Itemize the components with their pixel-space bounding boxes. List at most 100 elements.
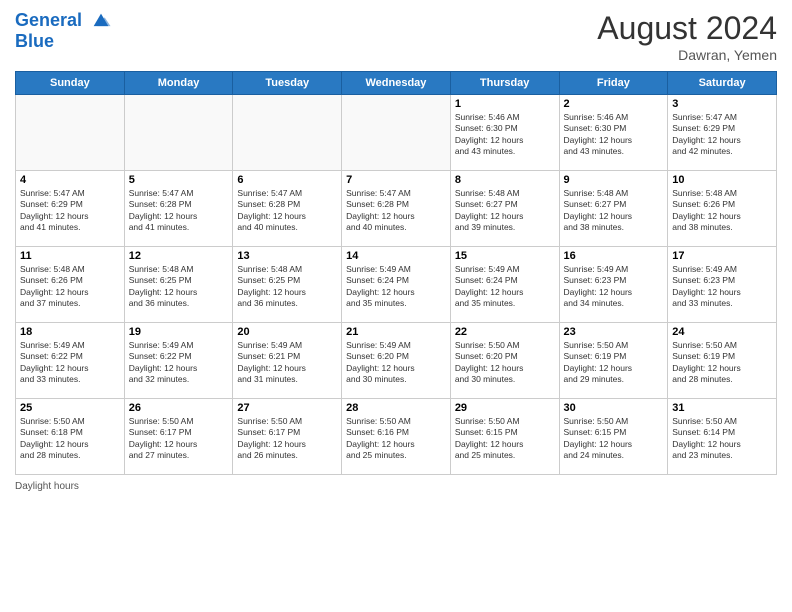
logo-blue: Blue xyxy=(15,31,54,51)
title-block: August 2024 Dawran, Yemen xyxy=(597,10,777,63)
calendar-cell: 8 Sunrise: 5:48 AM Sunset: 6:27 PM Daylig… xyxy=(450,171,559,247)
calendar-week-4: 25Sunrise: 5:50 AM Sunset: 6:18 PM Dayli… xyxy=(16,399,777,475)
calendar-cell: 27Sunrise: 5:50 AM Sunset: 6:17 PM Dayli… xyxy=(233,399,342,475)
calendar-cell: 30Sunrise: 5:50 AM Sunset: 6:15 PM Dayli… xyxy=(559,399,668,475)
calendar-cell: 26Sunrise: 5:50 AM Sunset: 6:17 PM Dayli… xyxy=(124,399,233,475)
header-sunday: Sunday xyxy=(16,72,125,95)
calendar-cell: 28 Sunrise: 5:50 AM Sunset: 6:16 PM Dayli… xyxy=(342,399,451,475)
day-number: 30 xyxy=(564,402,664,414)
day-info: Sunrise: 5:50 AM Sunset: 6:19 PM Dayligh… xyxy=(672,340,772,386)
day-number: 10 xyxy=(672,174,772,186)
calendar-cell: 2 Sunrise: 5:46 AM Sunset: 6:30 PM Daylig… xyxy=(559,95,668,171)
header-thursday: Thursday xyxy=(450,72,559,95)
day-number: 15 xyxy=(455,250,555,262)
calendar-cell: 16 Sunrise: 5:49 AM Sunset: 6:23 PM Dayli… xyxy=(559,247,668,323)
page-header: General Blue August 2024 Dawran, Yemen xyxy=(15,10,777,63)
day-info: Sunrise: 5:48 AM Sunset: 6:25 PM Dayligh… xyxy=(129,264,229,310)
calendar-cell: 14 Sunrise: 5:49 AM Sunset: 6:24 PM Dayli… xyxy=(342,247,451,323)
calendar-cell: 6 Sunrise: 5:47 AM Sunset: 6:28 PM Daylig… xyxy=(233,171,342,247)
day-number: 13 xyxy=(237,250,337,262)
day-info: Sunrise: 5:48 AM Sunset: 6:25 PM Dayligh… xyxy=(237,264,337,310)
logo-text: General Blue xyxy=(15,10,112,52)
calendar-week-0: 1 Sunrise: 5:46 AM Sunset: 6:30 PM Daylig… xyxy=(16,95,777,171)
day-info: Sunrise: 5:47 AM Sunset: 6:29 PM Dayligh… xyxy=(672,112,772,158)
day-info: Sunrise: 5:49 AM Sunset: 6:24 PM Dayligh… xyxy=(346,264,446,310)
footer-text: Daylight hours xyxy=(15,481,79,492)
calendar-cell: 1 Sunrise: 5:46 AM Sunset: 6:30 PM Daylig… xyxy=(450,95,559,171)
day-number: 8 xyxy=(455,174,555,186)
calendar-cell xyxy=(233,95,342,171)
day-number: 28 xyxy=(346,402,446,414)
calendar-cell: 19 Sunrise: 5:49 AM Sunset: 6:22 PM Dayli… xyxy=(124,323,233,399)
calendar-cell: 15 Sunrise: 5:49 AM Sunset: 6:24 PM Dayli… xyxy=(450,247,559,323)
calendar-cell: 4 Sunrise: 5:47 AM Sunset: 6:29 PM Daylig… xyxy=(16,171,125,247)
day-info: Sunrise: 5:49 AM Sunset: 6:20 PM Dayligh… xyxy=(346,340,446,386)
day-info: Sunrise: 5:48 AM Sunset: 6:27 PM Dayligh… xyxy=(455,188,555,234)
day-number: 18 xyxy=(20,326,120,338)
day-number: 3 xyxy=(672,98,772,110)
day-info: Sunrise: 5:49 AM Sunset: 6:22 PM Dayligh… xyxy=(129,340,229,386)
day-number: 19 xyxy=(129,326,229,338)
calendar-cell: 5 Sunrise: 5:47 AM Sunset: 6:28 PM Daylig… xyxy=(124,171,233,247)
day-number: 12 xyxy=(129,250,229,262)
day-number: 25 xyxy=(20,402,120,414)
calendar-cell: 25Sunrise: 5:50 AM Sunset: 6:18 PM Dayli… xyxy=(16,399,125,475)
day-info: Sunrise: 5:47 AM Sunset: 6:28 PM Dayligh… xyxy=(346,188,446,234)
calendar-cell: 18Sunrise: 5:49 AM Sunset: 6:22 PM Dayli… xyxy=(16,323,125,399)
day-info: Sunrise: 5:49 AM Sunset: 6:23 PM Dayligh… xyxy=(672,264,772,310)
day-number: 29 xyxy=(455,402,555,414)
day-info: Sunrise: 5:50 AM Sunset: 6:20 PM Dayligh… xyxy=(455,340,555,386)
day-number: 5 xyxy=(129,174,229,186)
header-friday: Friday xyxy=(559,72,668,95)
day-number: 11 xyxy=(20,250,120,262)
header-monday: Monday xyxy=(124,72,233,95)
calendar-cell: 29Sunrise: 5:50 AM Sunset: 6:15 PM Dayli… xyxy=(450,399,559,475)
calendar-cell: 9 Sunrise: 5:48 AM Sunset: 6:27 PM Daylig… xyxy=(559,171,668,247)
calendar-cell: 20Sunrise: 5:49 AM Sunset: 6:21 PM Dayli… xyxy=(233,323,342,399)
header-wednesday: Wednesday xyxy=(342,72,451,95)
day-number: 22 xyxy=(455,326,555,338)
day-info: Sunrise: 5:50 AM Sunset: 6:19 PM Dayligh… xyxy=(564,340,664,386)
day-number: 1 xyxy=(455,98,555,110)
day-info: Sunrise: 5:48 AM Sunset: 6:27 PM Dayligh… xyxy=(564,188,664,234)
logo-icon xyxy=(90,10,112,32)
day-info: Sunrise: 5:48 AM Sunset: 6:26 PM Dayligh… xyxy=(20,264,120,310)
day-info: Sunrise: 5:47 AM Sunset: 6:28 PM Dayligh… xyxy=(129,188,229,234)
calendar-table: SundayMondayTuesdayWednesdayThursdayFrid… xyxy=(15,71,777,475)
day-info: Sunrise: 5:46 AM Sunset: 6:30 PM Dayligh… xyxy=(455,112,555,158)
day-number: 31 xyxy=(672,402,772,414)
day-info: Sunrise: 5:49 AM Sunset: 6:23 PM Dayligh… xyxy=(564,264,664,310)
day-info: Sunrise: 5:46 AM Sunset: 6:30 PM Dayligh… xyxy=(564,112,664,158)
logo-general: General xyxy=(15,10,82,30)
calendar-week-3: 18 Sunrise: 5:49 AM Sunset: 6:22 PM Dayli… xyxy=(16,323,777,399)
month-title: August 2024 xyxy=(597,10,777,47)
day-number: 6 xyxy=(237,174,337,186)
calendar-week-1: 4 Sunrise: 5:47 AM Sunset: 6:29 PM Daylig… xyxy=(16,171,777,247)
calendar-cell: 31Sunrise: 5:50 AM Sunset: 6:14 PM Dayli… xyxy=(668,399,777,475)
day-number: 17 xyxy=(672,250,772,262)
calendar-cell: 22 Sunrise: 5:50 AM Sunset: 6:20 PM Dayli… xyxy=(450,323,559,399)
day-number: 2 xyxy=(564,98,664,110)
day-number: 16 xyxy=(564,250,664,262)
day-info: Sunrise: 5:47 AM Sunset: 6:29 PM Dayligh… xyxy=(20,188,120,234)
footer: Daylight hours xyxy=(15,481,777,492)
header-tuesday: Tuesday xyxy=(233,72,342,95)
calendar-cell: 23 Sunrise: 5:50 AM Sunset: 6:19 PM Dayli… xyxy=(559,323,668,399)
day-number: 7 xyxy=(346,174,446,186)
day-number: 23 xyxy=(564,326,664,338)
day-number: 9 xyxy=(564,174,664,186)
calendar-cell: 24Sunrise: 5:50 AM Sunset: 6:19 PM Dayli… xyxy=(668,323,777,399)
day-info: Sunrise: 5:49 AM Sunset: 6:24 PM Dayligh… xyxy=(455,264,555,310)
day-number: 14 xyxy=(346,250,446,262)
day-number: 4 xyxy=(20,174,120,186)
day-info: Sunrise: 5:47 AM Sunset: 6:28 PM Dayligh… xyxy=(237,188,337,234)
calendar-header-row: SundayMondayTuesdayWednesdayThursdayFrid… xyxy=(16,72,777,95)
logo: General Blue xyxy=(15,10,112,52)
calendar-cell: 12 Sunrise: 5:48 AM Sunset: 6:25 PM Dayli… xyxy=(124,247,233,323)
calendar-cell: 3 Sunrise: 5:47 AM Sunset: 6:29 PM Daylig… xyxy=(668,95,777,171)
calendar-week-2: 11 Sunrise: 5:48 AM Sunset: 6:26 PM Dayli… xyxy=(16,247,777,323)
day-info: Sunrise: 5:50 AM Sunset: 6:16 PM Dayligh… xyxy=(346,416,446,462)
day-info: Sunrise: 5:50 AM Sunset: 6:17 PM Dayligh… xyxy=(237,416,337,462)
day-info: Sunrise: 5:50 AM Sunset: 6:17 PM Dayligh… xyxy=(129,416,229,462)
calendar-cell: 17 Sunrise: 5:49 AM Sunset: 6:23 PM Dayli… xyxy=(668,247,777,323)
